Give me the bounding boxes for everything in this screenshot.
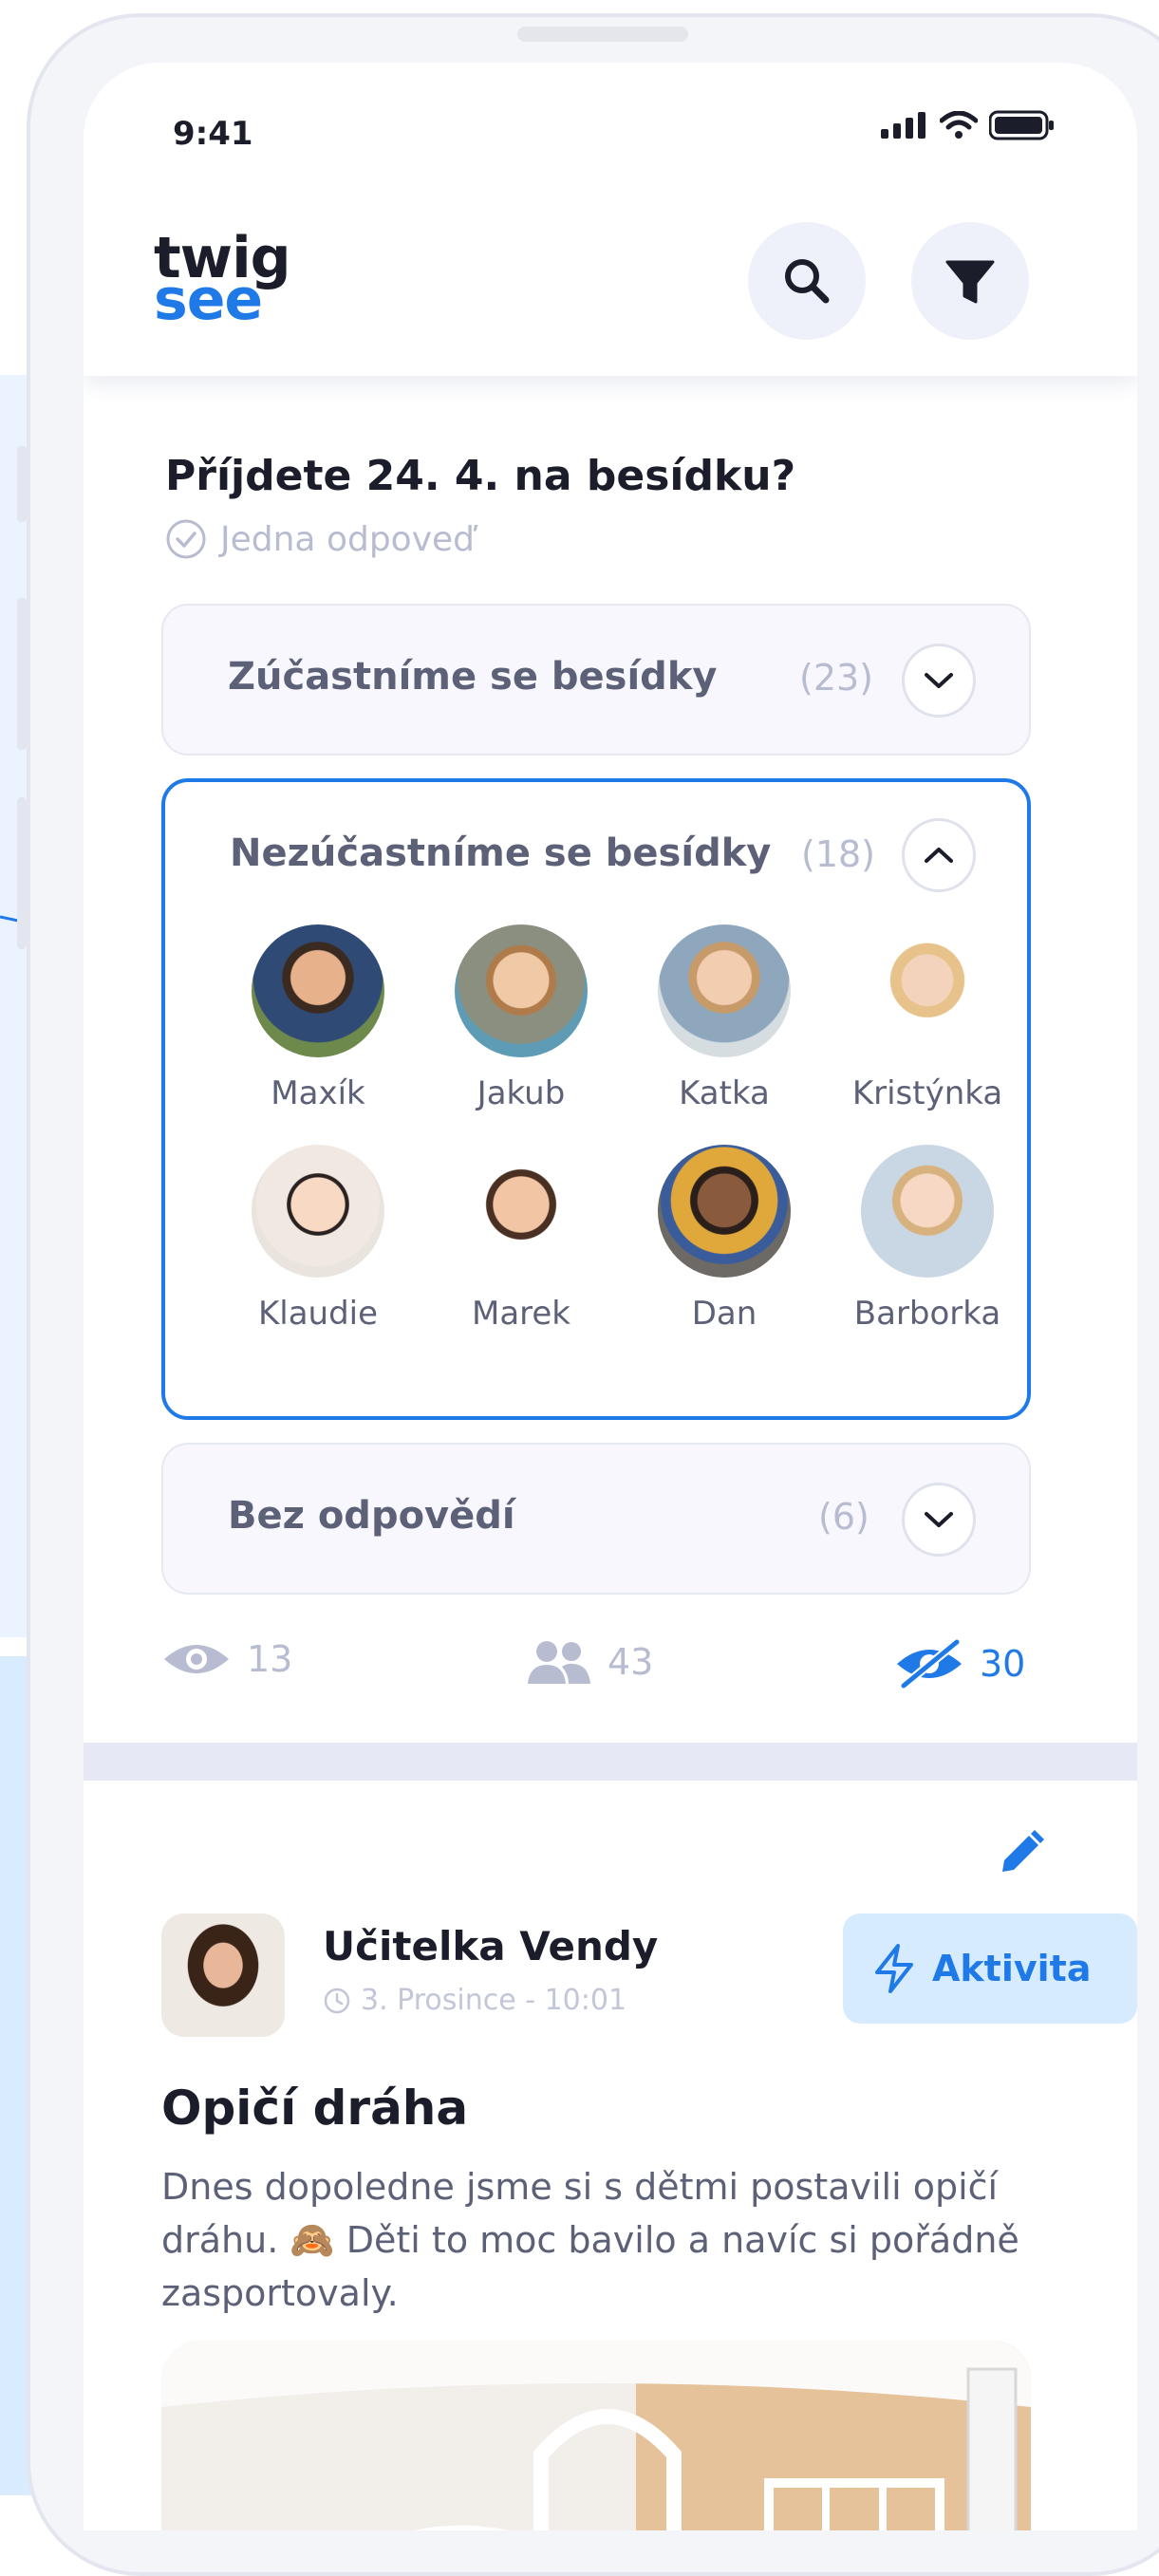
option-count: (23): [799, 657, 874, 699]
eye-icon: [164, 1645, 229, 1673]
poll-option-not-attend[interactable]: Nezúčastníme se besídky (18) Maxík Jakub: [161, 778, 1031, 1420]
members-count[interactable]: 43: [526, 1638, 653, 1686]
not-seen-value: 30: [980, 1643, 1026, 1685]
pencil-icon: [1002, 1830, 1044, 1872]
post-card: Učitelka Vendy 3. Prosince - 10:01 Aktiv…: [84, 1781, 1137, 2530]
activity-badge[interactable]: Aktivita: [843, 1913, 1137, 2024]
phone-side-button: [17, 797, 27, 949]
respondent-name: Maxík: [271, 1074, 365, 1112]
respondent[interactable]: Marek: [420, 1145, 623, 1333]
respondent[interactable]: Barborka: [826, 1145, 1029, 1333]
post-title: Opičí dráha: [161, 2081, 469, 2136]
answer-type: Jedna odpoveď: [165, 518, 475, 560]
clock-icon: [324, 1988, 350, 2013]
respondent-name: Jakub: [477, 1074, 566, 1112]
chevron-down-icon: [925, 1512, 953, 1527]
chevron-up-icon: [925, 848, 953, 863]
option-count: (6): [818, 1496, 869, 1538]
poll-stats: 13 43 30: [161, 1638, 1031, 1705]
search-icon: [785, 259, 830, 304]
collapse-button[interactable]: [902, 818, 976, 892]
respondent[interactable]: Klaudie: [216, 1145, 420, 1333]
child-avatar: [658, 1145, 791, 1278]
respondent-name: Barborka: [853, 1295, 1001, 1333]
respondent[interactable]: Kristýnka: [826, 924, 1029, 1112]
phone-side-button: [17, 446, 27, 522]
respondent[interactable]: Dan: [623, 1145, 826, 1333]
author-name[interactable]: Učitelka Vendy: [323, 1923, 658, 1969]
post-timestamp: 3. Prosince - 10:01: [323, 1984, 626, 2017]
seen-value: 13: [247, 1638, 293, 1680]
signal-icon: [881, 112, 925, 139]
search-button[interactable]: [748, 222, 866, 340]
battery-icon: [989, 110, 1054, 140]
child-avatar: [658, 924, 791, 1057]
playroom-image: [161, 2341, 1031, 2530]
post-body: Dnes dopoledne jsme si s dětmi postavili…: [161, 2166, 1019, 2314]
app-screen: 9:41 twig see Příjdete 24. 4. na besídku…: [84, 63, 1137, 2530]
child-avatar: [861, 1145, 994, 1278]
app-header: 9:41 twig see: [84, 63, 1137, 376]
seen-count[interactable]: 13: [161, 1638, 292, 1680]
twigsee-logo[interactable]: twig see: [154, 230, 291, 328]
members-value: 43: [608, 1641, 654, 1683]
phone-side-button: [17, 598, 27, 750]
poll-card: Příjdete 24. 4. na besídku? Jedna odpove…: [84, 376, 1054, 1743]
option-label: Nezúčastníme se besídky: [230, 831, 772, 875]
badge-label: Aktivita: [932, 1948, 1092, 1989]
option-label: Zúčastníme se besídky: [228, 655, 718, 699]
check-circle-icon: [166, 519, 206, 559]
option-label: Bez odpovědí: [228, 1494, 515, 1538]
feed-divider: [84, 1743, 1137, 1781]
respondent-name: Katka: [679, 1074, 770, 1112]
users-icon: [528, 1641, 590, 1684]
author-avatar[interactable]: [161, 1913, 285, 2037]
expand-button[interactable]: [902, 1483, 976, 1557]
post-photo[interactable]: [161, 2341, 1031, 2530]
poll-question: Příjdete 24. 4. na besídku?: [165, 452, 796, 500]
not-seen-count[interactable]: 30: [894, 1638, 1025, 1689]
respondent-name: Klaudie: [257, 1295, 379, 1333]
answer-type-label: Jedna odpoveď: [220, 519, 475, 559]
edit-button[interactable]: [995, 1828, 1046, 1883]
wifi-icon: [940, 111, 978, 139]
child-avatar: [252, 924, 384, 1057]
respondent-name: Marek: [471, 1295, 570, 1333]
filter-icon: [945, 260, 995, 304]
respondent[interactable]: Katka: [623, 924, 826, 1112]
option-count: (18): [801, 833, 876, 875]
lightning-icon: [875, 1944, 913, 1993]
child-avatar: [861, 924, 994, 1057]
phone-speaker: [517, 27, 688, 42]
child-avatar: [455, 924, 588, 1057]
poll-option-attend[interactable]: Zúčastníme se besídky (23): [161, 604, 1031, 756]
respondent-name: Kristýnka: [851, 1074, 1003, 1112]
child-avatar: [455, 1145, 588, 1278]
chevron-down-icon: [925, 673, 953, 688]
respondent[interactable]: Maxík: [216, 924, 420, 1112]
status-icons: [881, 110, 1056, 140]
child-avatar: [252, 1145, 384, 1278]
expand-button[interactable]: [902, 644, 976, 718]
filter-button[interactable]: [911, 222, 1029, 340]
status-time: 9:41: [173, 115, 253, 153]
poll-option-no-answer[interactable]: Bez odpovědí (6): [161, 1443, 1031, 1595]
post-time-text: 3. Prosince - 10:01: [361, 1984, 627, 2017]
respondent-name: Dan: [691, 1295, 757, 1333]
eye-slash-icon: [897, 1638, 962, 1689]
respondent[interactable]: Jakub: [420, 924, 623, 1112]
respondents-grid: Maxík Jakub Katka Kristýnka Klaudie Mare…: [216, 924, 1029, 1333]
